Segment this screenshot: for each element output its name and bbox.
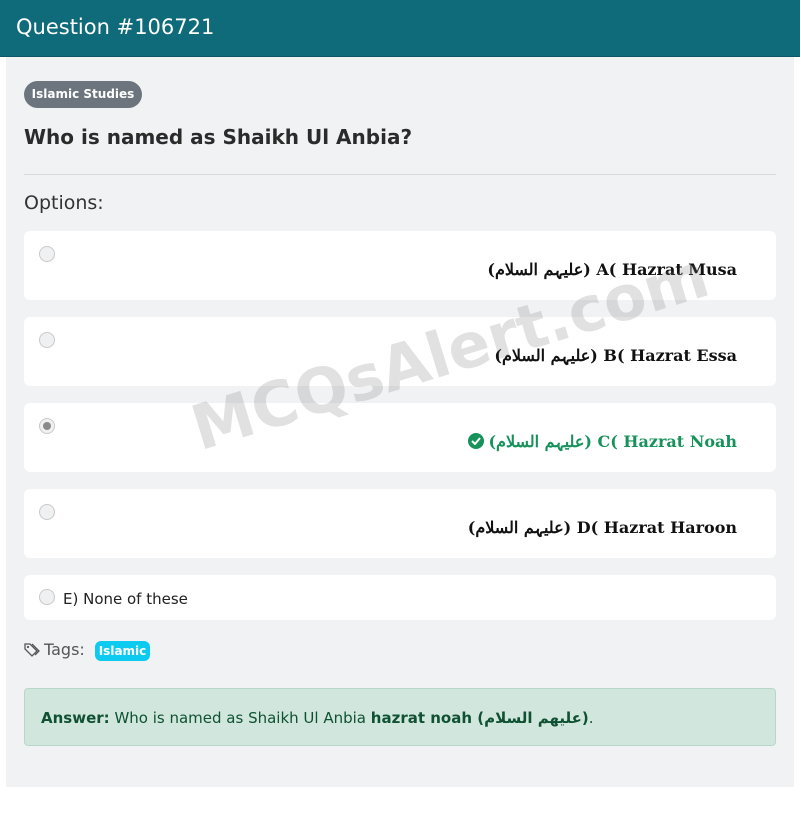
answer-value: hazrat noah (علیھم السلام)	[370, 709, 589, 727]
option-b-label: (علیہم السلام) B( Hazrat Essa	[494, 346, 737, 365]
option-a[interactable]: (علیہم السلام) A( Hazrat Musa	[24, 231, 776, 300]
option-d-radio[interactable]	[39, 504, 55, 520]
options-label: Options:	[24, 192, 104, 214]
answer-text: Who is named as Shaikh Ul Anbia	[114, 709, 366, 727]
tags-icon	[24, 642, 40, 662]
option-b-radio[interactable]	[39, 332, 55, 348]
option-a-radio[interactable]	[39, 246, 55, 262]
option-e-label: E) None of these	[63, 590, 188, 608]
page-title: Question #106721	[16, 15, 215, 39]
option-e-radio[interactable]	[39, 589, 55, 605]
option-e[interactable]: E) None of these	[24, 575, 776, 620]
option-d[interactable]: (علیہم السلام) D( Hazrat Haroon	[24, 489, 776, 558]
option-b[interactable]: (علیہم السلام) B( Hazrat Essa	[24, 317, 776, 386]
answer-line: Answer: Who is named as Shaikh Ul Anbia …	[41, 709, 594, 727]
tags-label: Tags:	[44, 640, 85, 659]
question-text: Who is named as Shaikh Ul Anbia?	[24, 125, 413, 149]
divider	[24, 174, 776, 175]
answer-box: Answer: Who is named as Shaikh Ul Anbia …	[24, 688, 776, 746]
option-c[interactable]: (علیہم السلام) C( Hazrat Noah	[24, 403, 776, 472]
option-a-label: (علیہم السلام) A( Hazrat Musa	[487, 260, 737, 279]
category-badge[interactable]: Islamic Studies	[24, 81, 142, 108]
answer-label: Answer:	[41, 709, 110, 727]
option-c-label-wrap: (علیہم السلام) C( Hazrat Noah	[468, 432, 737, 451]
check-circle-icon	[468, 433, 485, 449]
page-header: Question #106721	[0, 0, 800, 57]
option-d-label: (علیہم السلام) D( Hazrat Haroon	[467, 518, 737, 537]
option-c-radio[interactable]	[39, 418, 55, 434]
answer-end: .	[588, 709, 594, 727]
tag-islamic[interactable]: Islamic	[95, 641, 150, 661]
option-c-label: (علیہم السلام) C( Hazrat Noah	[488, 432, 737, 451]
